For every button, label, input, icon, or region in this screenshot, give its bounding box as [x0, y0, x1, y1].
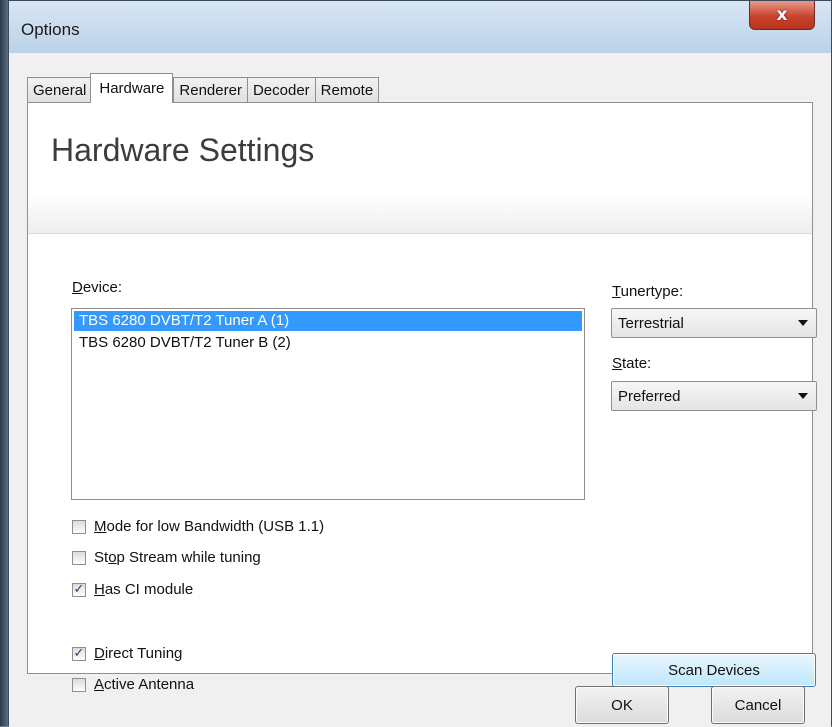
chevron-down-icon [798, 393, 808, 399]
low-bandwidth-label: Mode for low Bandwidth (USB 1.1) [94, 518, 325, 535]
ci-module-checkbox[interactable]: ✓ [72, 581, 86, 597]
state-label: State: [612, 355, 652, 372]
state-select[interactable]: Preferred [611, 381, 817, 411]
direct-tuning-label: Direct Tuning [94, 645, 183, 662]
low-bandwidth-checkbox[interactable] [72, 519, 86, 534]
header-band: Hardware Settings [28, 103, 812, 234]
active-antenna-checkbox-row[interactable]: Active Antenna [72, 676, 194, 693]
stop-stream-checkbox-row[interactable]: Stop Stream while tuning [72, 549, 261, 566]
desktop-edge [0, 0, 8, 726]
ci-module-label: Has CI module [94, 581, 194, 598]
tab-renderer[interactable]: Renderer [173, 77, 248, 103]
close-button[interactable]: x [749, 1, 815, 30]
tab-strip: General Hardware Renderer Decoder Remote [27, 73, 380, 103]
chevron-down-icon [798, 320, 808, 326]
tab-remote[interactable]: Remote [314, 77, 380, 103]
scan-devices-button[interactable]: Scan Devices [612, 653, 816, 687]
tab-general[interactable]: General [27, 77, 93, 103]
tunertype-select[interactable]: Terrestrial [611, 308, 817, 338]
tab-hardware[interactable]: Hardware [90, 73, 174, 103]
title-bar[interactable]: Options x [9, 1, 831, 53]
ok-button[interactable]: OK [575, 686, 669, 724]
device-list-item[interactable]: TBS 6280 DVBT/T2 Tuner B (2) [74, 333, 582, 353]
device-label: Device: [72, 279, 123, 296]
direct-tuning-checkbox-row[interactable]: ✓ Direct Tuning [72, 645, 182, 662]
active-antenna-checkbox[interactable] [72, 677, 86, 692]
tab-decoder[interactable]: Decoder [246, 77, 316, 103]
active-antenna-label: Active Antenna [94, 676, 195, 693]
device-list-item[interactable]: TBS 6280 DVBT/T2 Tuner A (1) [74, 311, 582, 331]
checkmark-icon: ✓ [73, 645, 85, 661]
checkmark-icon: ✓ [73, 581, 85, 597]
tunertype-value: Terrestrial [618, 314, 684, 332]
direct-tuning-checkbox[interactable]: ✓ [72, 645, 86, 661]
close-icon: x [776, 5, 788, 25]
state-value: Preferred [618, 387, 681, 405]
tunertype-label: Tunertype: [612, 283, 684, 300]
page-title: Hardware Settings [51, 132, 315, 168]
device-listbox[interactable]: TBS 6280 DVBT/T2 Tuner A (1) TBS 6280 DV… [71, 308, 585, 500]
hardware-tab-panel: Hardware Settings Device: TBS 6280 DVBT/… [27, 102, 817, 693]
cancel-button[interactable]: Cancel [711, 686, 805, 724]
dialog-client-area: General Hardware Renderer Decoder Remote… [9, 53, 831, 727]
stop-stream-checkbox[interactable] [72, 550, 86, 565]
ci-module-checkbox-row[interactable]: ✓ Has CI module [72, 581, 193, 598]
low-bandwidth-checkbox-row[interactable]: Mode for low Bandwidth (USB 1.1) [72, 518, 324, 535]
window-title: Options [21, 20, 80, 39]
options-dialog: Options x General Hardware Renderer Deco… [8, 0, 832, 727]
stop-stream-label: Stop Stream while tuning [94, 549, 261, 566]
